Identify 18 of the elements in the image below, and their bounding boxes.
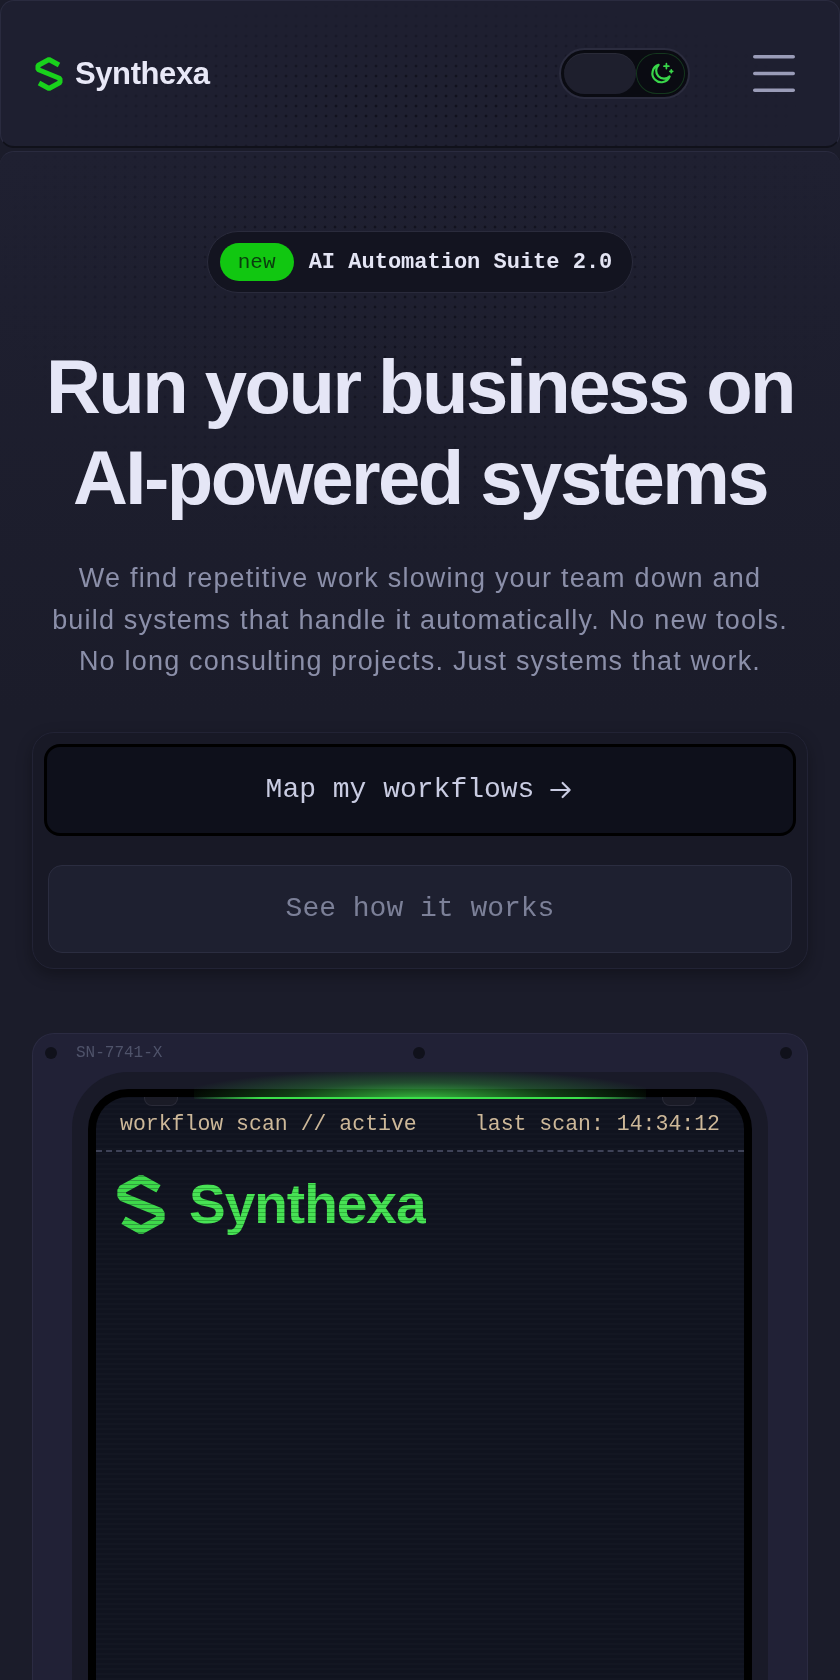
secondary-button[interactable]: See how it works xyxy=(48,864,792,953)
screw-icon xyxy=(412,1046,425,1059)
menu-icon xyxy=(753,55,795,92)
scan-time: last scan: 14:34:12 xyxy=(474,1111,720,1136)
scan-status: workflow scan // active xyxy=(120,1111,417,1136)
bezel-notch xyxy=(144,1096,178,1106)
theme-toggle[interactable] xyxy=(559,48,690,99)
menu-button[interactable] xyxy=(753,55,795,92)
status-tag: new xyxy=(219,243,294,281)
brand-link[interactable]: Synthexa xyxy=(33,55,210,92)
logo-icon xyxy=(33,55,65,92)
primary-button[interactable]: Map my workflows xyxy=(44,743,796,836)
bezel-notch xyxy=(662,1096,696,1106)
badge-text: AI Automation Suite 2.0 xyxy=(308,249,613,275)
screw-icon xyxy=(780,1046,792,1059)
hero-subtitle: We find repetitive work slowing your team down and build systems that handle it automatically. No new tools. No long consulting projects. Just systems that work. xyxy=(51,562,789,678)
hero-title: Run your business on AI-powered systems xyxy=(44,343,796,522)
screw-icon xyxy=(45,1046,57,1059)
